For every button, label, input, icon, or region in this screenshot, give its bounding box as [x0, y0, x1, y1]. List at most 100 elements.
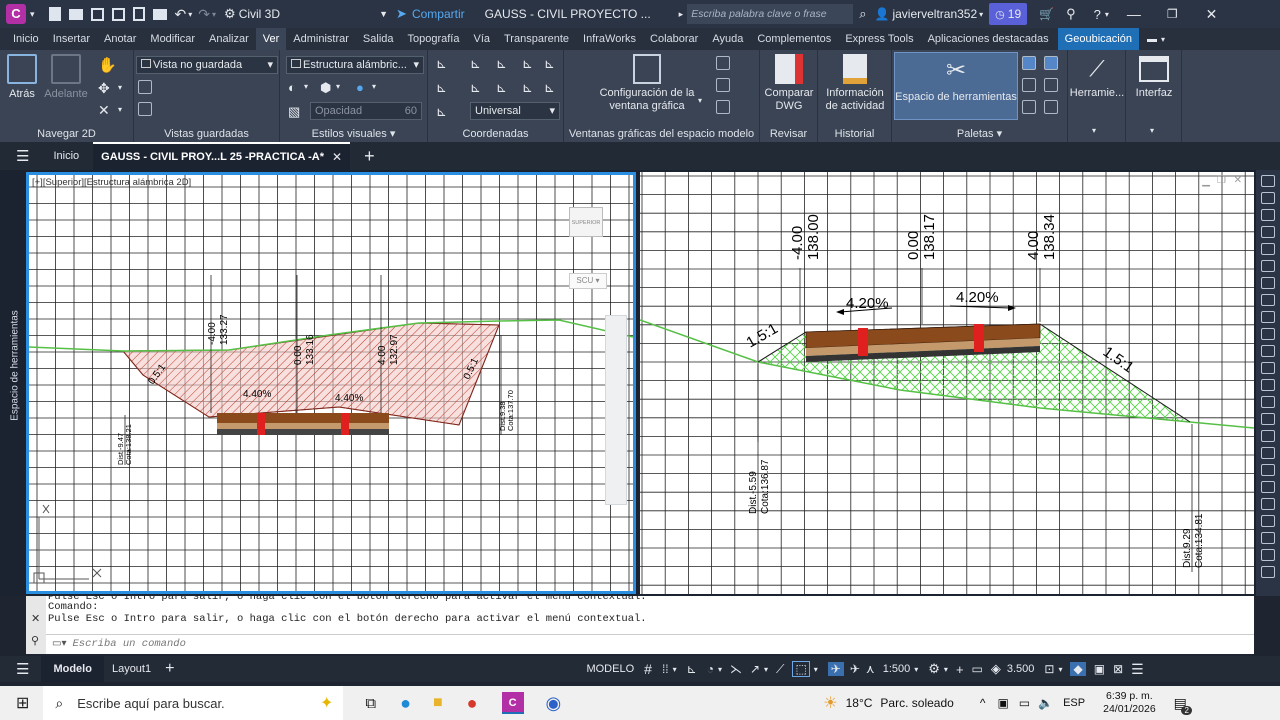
- named-viewports-icon[interactable]: [716, 56, 730, 70]
- ucs-icon-5[interactable]: ⊾: [544, 56, 555, 72]
- annotation-monitor-icon[interactable]: +: [956, 662, 964, 677]
- user-name[interactable]: javierveltran352: [892, 7, 977, 21]
- elevation-value[interactable]: 3.500: [1007, 663, 1035, 675]
- customize-icon[interactable]: ☰: [1131, 661, 1144, 678]
- ucs-icon-10[interactable]: ⊾: [544, 80, 555, 96]
- tab-layout1[interactable]: Layout1: [112, 663, 151, 675]
- windows-start-icon[interactable]: ⊞: [16, 693, 29, 713]
- ucs-icon-11[interactable]: ⊾: [436, 104, 447, 120]
- redo-icon[interactable]: ↷: [198, 6, 210, 23]
- ucs-icon-1[interactable]: ⊾: [436, 56, 447, 72]
- tool-space-button[interactable]: ✂ Espacio de herramientas: [894, 52, 1018, 120]
- sphere-icon[interactable]: ●: [356, 80, 364, 95]
- tab-ver[interactable]: Ver: [255, 28, 287, 50]
- autoscale-icon[interactable]: ✈: [850, 662, 860, 676]
- selection-dropdown-icon[interactable]: ▾: [814, 665, 818, 674]
- new-file-icon[interactable]: [48, 7, 61, 21]
- civil3d-taskbar-icon[interactable]: C: [501, 692, 524, 714]
- side-tool-icon[interactable]: [1261, 549, 1275, 561]
- side-tool-icon[interactable]: [1261, 226, 1275, 238]
- tab-complementos[interactable]: Complementos: [750, 28, 838, 50]
- tab-aplicaciones-destacadas[interactable]: Aplicaciones destacadas: [921, 28, 1056, 50]
- view-combo[interactable]: Vista no guardada ▾: [136, 56, 278, 74]
- compare-dwg-button[interactable]: Comparar DWG: [762, 54, 816, 113]
- fullscreen-icon[interactable]: ⊠: [1113, 662, 1123, 676]
- isolate-icon[interactable]: ⊡: [1044, 662, 1054, 676]
- ucs-icon-6[interactable]: ⊾: [436, 80, 447, 96]
- tab-topografia[interactable]: Topografía: [401, 28, 467, 50]
- calculator-icon[interactable]: [1044, 100, 1058, 114]
- workspace-switch-icon[interactable]: ⚙: [928, 661, 940, 677]
- tab-modificar[interactable]: Modificar: [143, 28, 202, 50]
- hamburger-menu-icon[interactable]: ☰: [16, 147, 29, 165]
- tab-via[interactable]: Vía: [466, 28, 497, 50]
- side-tool-icon[interactable]: [1261, 464, 1275, 476]
- side-tool-icon[interactable]: [1261, 430, 1275, 442]
- save-icon[interactable]: [90, 7, 104, 21]
- left-viewport[interactable]: [+][Superior][Estructura alámbrica 2D] -…: [26, 172, 636, 594]
- opacity-slider[interactable]: Opacidad 60: [310, 102, 422, 120]
- tab-start[interactable]: Inicio: [45, 150, 87, 162]
- forward-button[interactable]: Adelante: [42, 54, 90, 101]
- viewport-close-icon[interactable]: ✕: [1234, 175, 1242, 186]
- tools-dropdown-icon[interactable]: ▾: [1092, 126, 1096, 135]
- weather-icon[interactable]: ☀: [823, 693, 837, 713]
- side-tool-icon[interactable]: [1261, 413, 1275, 425]
- ucs-icon-7[interactable]: ⊾: [470, 80, 481, 96]
- design-center-icon[interactable]: [1044, 78, 1058, 92]
- osnap-icon[interactable]: ↗: [750, 662, 760, 676]
- task-view-icon[interactable]: ⧉: [365, 695, 376, 712]
- snap-icon[interactable]: ⁞⁞: [662, 662, 669, 676]
- command-prompt-icon[interactable]: ▭▾: [52, 638, 66, 649]
- panel-label-estilos[interactable]: Estilos visuales ▾: [280, 127, 427, 140]
- properties-palette-icon[interactable]: [1022, 56, 1036, 70]
- connect-icon[interactable]: ⚲: [1066, 6, 1076, 22]
- workspace-selector[interactable]: ⚙ Civil 3D ▼: [224, 4, 388, 24]
- side-tool-icon[interactable]: [1261, 209, 1275, 221]
- close-tab-icon[interactable]: ✕: [332, 150, 342, 164]
- join-viewports-icon[interactable]: [716, 78, 730, 92]
- side-tool-icon[interactable]: [1261, 447, 1275, 459]
- scale-dropdown-icon[interactable]: ▾: [914, 665, 918, 674]
- command-settings-icon[interactable]: ⚲: [31, 634, 39, 647]
- side-tool-icon[interactable]: [1261, 379, 1275, 391]
- ribbon-options-icon[interactable]: ▾: [1161, 35, 1165, 44]
- layouts-menu-icon[interactable]: ☰: [16, 660, 29, 678]
- side-tool-icon[interactable]: [1261, 260, 1275, 272]
- sphere-dropdown-icon[interactable]: ▾: [372, 82, 376, 91]
- clean-screen-icon[interactable]: ▣: [1094, 662, 1105, 676]
- save-as-icon[interactable]: [111, 7, 125, 21]
- side-tool-icon[interactable]: [1261, 396, 1275, 408]
- share-button[interactable]: Compartir: [412, 7, 465, 21]
- help-icon[interactable]: ?: [1094, 7, 1101, 22]
- search-icon[interactable]: ⌕: [859, 6, 866, 22]
- orbit-icon[interactable]: ✥: [98, 80, 110, 97]
- help-search-input[interactable]: Escriba palabra clave o frase: [687, 4, 854, 24]
- tab-administrar[interactable]: Administrar: [286, 28, 356, 50]
- tray-app-icon[interactable]: ▣: [997, 696, 1008, 710]
- new-tab-icon[interactable]: +: [364, 146, 375, 167]
- file-explorer-icon[interactable]: ■: [433, 694, 443, 712]
- app-menu-chevron-icon[interactable]: ▾: [30, 9, 35, 20]
- tools-button[interactable]: ⟋ Herramie...: [1068, 54, 1126, 100]
- side-tool-icon[interactable]: [1261, 328, 1275, 340]
- command-close-icon[interactable]: ✕: [31, 612, 40, 625]
- side-tool-icon[interactable]: [1261, 345, 1275, 357]
- taskbar-search[interactable]: ⌕ Escribe aquí para buscar. ✦: [43, 686, 344, 720]
- annotation-scale[interactable]: 1:500: [883, 663, 911, 675]
- weather-text[interactable]: Parc. soleado: [880, 696, 953, 710]
- undo-icon[interactable]: ↶: [175, 6, 187, 23]
- xray-icon[interactable]: ▧: [288, 104, 300, 120]
- cube-icon[interactable]: ⬢: [320, 80, 331, 96]
- side-tool-icon[interactable]: [1261, 192, 1275, 204]
- settings-palette-icon[interactable]: [1044, 56, 1058, 70]
- layers-palette-icon[interactable]: [1022, 78, 1036, 92]
- side-tool-icon[interactable]: [1261, 175, 1275, 187]
- undo-dropdown-icon[interactable]: ▾: [188, 10, 192, 19]
- selection-cycling-icon[interactable]: ⬚: [792, 661, 810, 677]
- chrome-icon[interactable]: ●: [467, 693, 478, 714]
- edge-icon[interactable]: ●: [400, 693, 411, 714]
- search-expand-icon[interactable]: ▸: [679, 9, 684, 20]
- maximize-button[interactable]: ❐: [1167, 7, 1178, 21]
- ucs-icon-8[interactable]: ⊾: [496, 80, 507, 96]
